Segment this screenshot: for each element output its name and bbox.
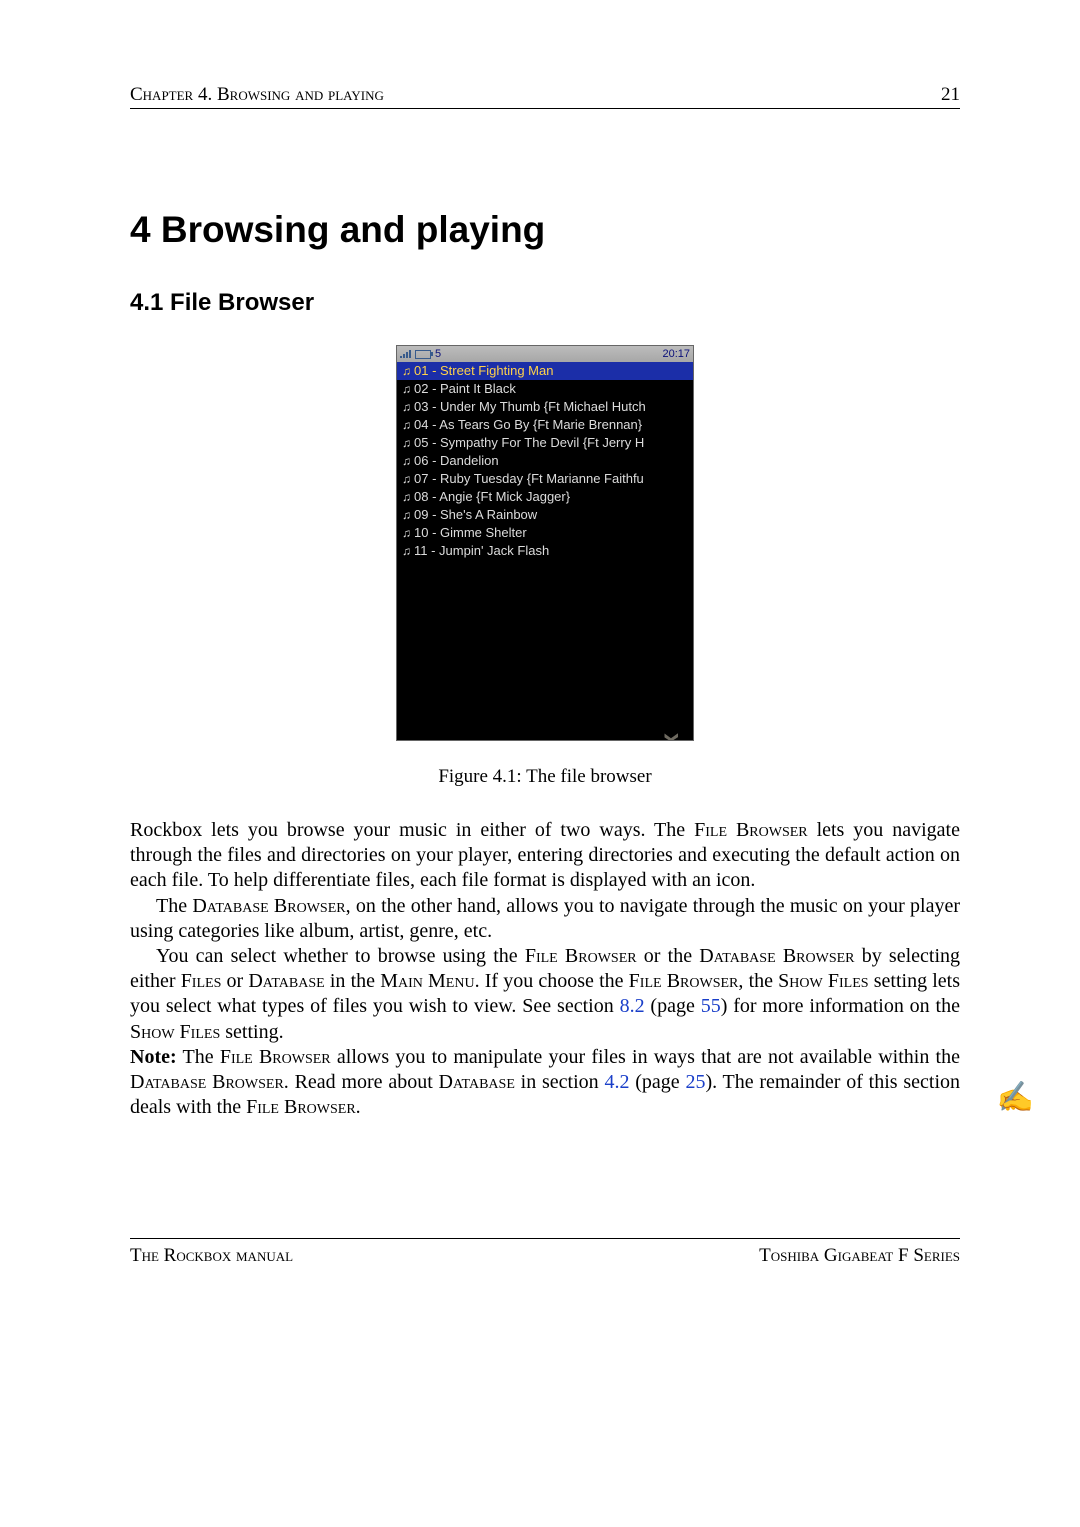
running-head-left: Chapter 4. Browsing and playing: [130, 84, 384, 106]
status-volume: 5: [435, 348, 441, 360]
section-title: 4.1 File Browser: [130, 289, 960, 317]
paragraph-note: Note: The File Browser allows you to man…: [130, 1045, 960, 1121]
paragraph-2: The Database Browser, on the other hand,…: [130, 894, 960, 944]
file-row-label: 07 - Ruby Tuesday {Ft Marianne Faithfu: [414, 471, 644, 486]
file-row-label: 01 - Street Fighting Man: [414, 363, 553, 378]
file-row-label: 10 - Gimme Shelter: [414, 525, 527, 540]
music-note-icon: ♫: [401, 416, 412, 434]
status-clock: 20:17: [662, 348, 690, 360]
file-row-label: 09 - She's A Rainbow: [414, 507, 537, 522]
file-row: ♫05 - Sympathy For The Devil {Ft Jerry H: [397, 434, 693, 452]
chapter-title: 4 Browsing and playing: [130, 209, 960, 251]
section-number: 4.1: [130, 289, 163, 316]
file-row: ♫08 - Angie {Ft Mick Jagger}: [397, 488, 693, 506]
music-note-icon: ♫: [401, 524, 412, 542]
file-row-label: 05 - Sympathy For The Devil {Ft Jerry H: [414, 435, 644, 450]
file-row: ♫10 - Gimme Shelter: [397, 524, 693, 542]
body-text: Rockbox lets you browse your music in ei…: [130, 818, 960, 1120]
footer-left: The Rockbox manual: [130, 1245, 293, 1267]
page-link-55[interactable]: 55: [701, 995, 721, 1017]
music-note-icon: ♫: [401, 488, 412, 506]
battery-icon: [415, 350, 431, 359]
chapter-name: Browsing and playing: [161, 209, 545, 250]
file-row-label: 04 - As Tears Go By {Ft Marie Brennan}: [414, 417, 642, 432]
file-row: ♫03 - Under My Thumb {Ft Michael Hutch: [397, 398, 693, 416]
figure: 5 20:17 ♫01 - Street Fighting Man♫02 - P…: [130, 345, 960, 788]
music-note-icon: ♫: [401, 362, 412, 380]
signal-icon: [400, 350, 411, 358]
music-note-icon: ♫: [401, 434, 412, 452]
file-row-label: 03 - Under My Thumb {Ft Michael Hutch: [414, 399, 646, 414]
chapter-number: 4: [130, 209, 151, 250]
file-row: ♫04 - As Tears Go By {Ft Marie Brennan}: [397, 416, 693, 434]
file-row: ♫02 - Paint It Black: [397, 380, 693, 398]
paragraph-3: You can select whether to browse using t…: [130, 944, 960, 1045]
music-note-icon: ♫: [401, 452, 412, 470]
file-row-label: 08 - Angie {Ft Mick Jagger}: [414, 489, 570, 504]
paragraph-1: Rockbox lets you browse your music in ei…: [130, 818, 960, 894]
xref-link-8-2[interactable]: 8.2: [620, 995, 645, 1017]
file-row: ♫07 - Ruby Tuesday {Ft Marianne Faithfu: [397, 470, 693, 488]
file-row: ♫11 - Jumpin' Jack Flash: [397, 542, 693, 560]
note-label: Note:: [130, 1046, 177, 1068]
status-bar: 5 20:17: [397, 346, 693, 362]
music-note-icon: ♫: [401, 398, 412, 416]
running-head: Chapter 4. Browsing and playing 21: [130, 84, 960, 109]
file-row: ♫09 - She's A Rainbow: [397, 506, 693, 524]
file-row: ♫06 - Dandelion: [397, 452, 693, 470]
music-note-icon: ♫: [401, 542, 412, 560]
page-link-25[interactable]: 25: [685, 1071, 705, 1093]
file-row: ♫01 - Street Fighting Man: [397, 362, 693, 380]
footer-right: Toshiba Gigabeat F Series: [759, 1245, 960, 1267]
page-number: 21: [941, 84, 960, 106]
music-note-icon: ♫: [401, 470, 412, 488]
margin-note-icon: ✍: [997, 1080, 1034, 1115]
music-note-icon: ♫: [401, 380, 412, 398]
footer: The Rockbox manual Toshiba Gigabeat F Se…: [130, 1238, 960, 1267]
file-row-label: 11 - Jumpin' Jack Flash: [414, 543, 549, 558]
file-row-label: 02 - Paint It Black: [414, 381, 516, 396]
xref-link-4-2[interactable]: 4.2: [604, 1071, 629, 1093]
file-browser-screenshot: 5 20:17 ♫01 - Street Fighting Man♫02 - P…: [396, 345, 694, 741]
rockbox-logo: ROCKbox: [654, 734, 685, 741]
figure-caption: Figure 4.1: The file browser: [130, 766, 960, 788]
section-name: File Browser: [170, 289, 314, 316]
file-row-label: 06 - Dandelion: [414, 453, 499, 468]
music-note-icon: ♫: [401, 506, 412, 524]
